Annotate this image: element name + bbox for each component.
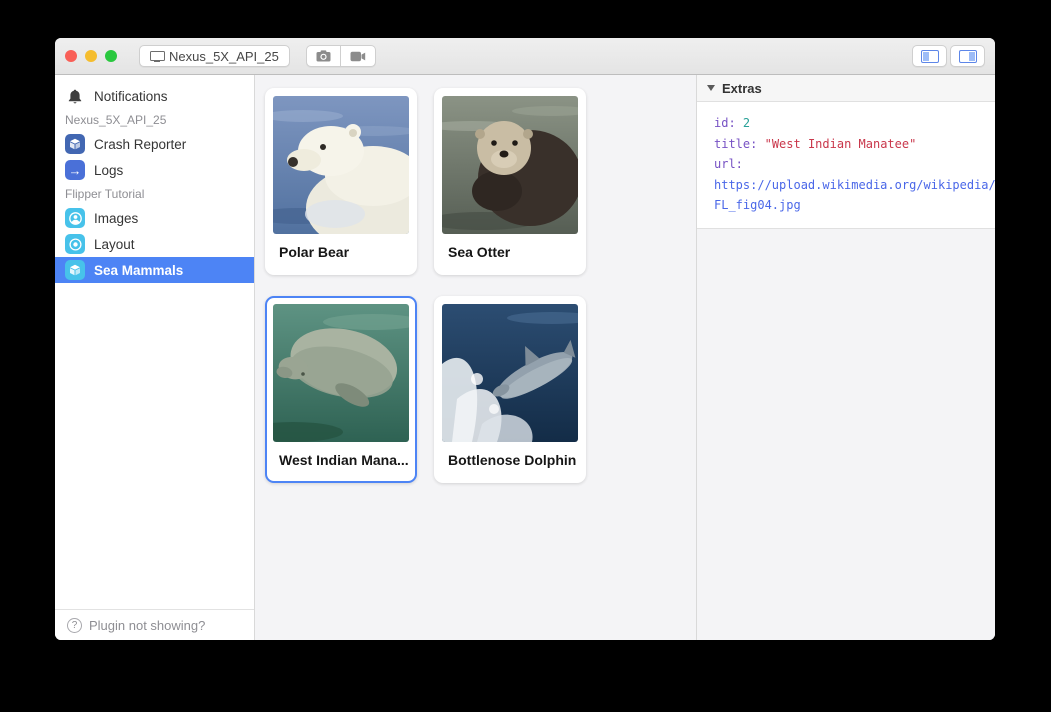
card-title: Bottlenose Dolphin (442, 442, 578, 481)
data-row-url-key: url: (714, 154, 995, 175)
close-window-button[interactable] (65, 50, 77, 62)
sea-mammals-plugin-icon (65, 260, 85, 280)
sidebar-item-label: Sea Mammals (94, 263, 183, 278)
card-title: West Indian Mana... (273, 442, 409, 481)
layout-plugin-icon (65, 234, 85, 254)
extras-header[interactable]: Extras (697, 75, 995, 102)
sidebar-item-layout[interactable]: Layout (55, 231, 254, 257)
card-bottlenose-dolphin[interactable]: Bottlenose Dolphin (434, 296, 586, 483)
video-camera-icon (350, 51, 366, 62)
sidebar-item-logs[interactable]: → Logs (55, 157, 254, 183)
user-circle-icon (69, 212, 82, 225)
images-plugin-icon (65, 208, 85, 228)
card-sea-otter[interactable]: Sea Otter (434, 88, 586, 275)
url-link-continued[interactable]: FL_fig04.jpg (714, 198, 801, 212)
sidebar-item-notifications[interactable]: Notifications (55, 83, 254, 109)
plugin-help-link[interactable]: ? Plugin not showing? (55, 609, 254, 640)
data-row-url-value: https://upload.wikimedia.org/wikipedia/c… (714, 175, 995, 196)
cube-icon (69, 138, 81, 150)
dolphin-image (442, 304, 578, 442)
bell-icon (68, 89, 82, 104)
camera-icon (316, 50, 331, 62)
right-sidebar-toggle-button[interactable] (950, 45, 985, 67)
sidebar-item-sea-mammals[interactable]: Sea Mammals (55, 257, 254, 283)
sidebar-item-crash-reporter[interactable]: Crash Reporter (55, 131, 254, 157)
traffic-lights (65, 50, 117, 62)
card-title: Sea Otter (442, 234, 578, 273)
card-polar-bear[interactable]: Polar Bear (265, 88, 417, 275)
sidebar-item-label: Images (94, 211, 138, 226)
sidebar-item-label: Logs (94, 163, 123, 178)
zoom-window-button[interactable] (105, 50, 117, 62)
main-content: Polar Bear (255, 75, 696, 640)
id-value: 2 (743, 116, 750, 130)
card-west-indian-manatee[interactable]: West Indian Mana... (265, 296, 417, 483)
left-sidebar-toggle-button[interactable] (912, 45, 947, 67)
sidebar: Notifications Nexus_5X_API_25 Crash Repo… (55, 75, 255, 640)
card-title: Polar Bear (273, 234, 409, 273)
sidebar-section-device: Nexus_5X_API_25 (55, 109, 254, 131)
left-pane-icon (921, 50, 939, 63)
logs-icon: → (65, 160, 85, 180)
extras-data-inspector: id: 2 title: "West Indian Manatee" url: … (697, 102, 995, 229)
right-pane-icon (959, 50, 977, 63)
sidebar-item-label: Crash Reporter (94, 137, 186, 152)
cube-icon (69, 264, 81, 276)
chevron-down-icon (707, 85, 715, 91)
title-value: "West Indian Manatee" (765, 137, 917, 151)
toolbar: Nexus_5X_API_25 (55, 38, 995, 75)
polar-bear-image (273, 96, 409, 234)
card-grid: Polar Bear (265, 88, 686, 483)
monitor-icon (150, 51, 163, 62)
crash-reporter-icon (65, 134, 85, 154)
sidebar-item-label: Notifications (94, 89, 168, 104)
url-link[interactable]: https://upload.wikimedia.org/wikipedia/c… (714, 178, 995, 192)
sidebar-section-tutorial: Flipper Tutorial (55, 183, 254, 205)
sidebar-toggles (912, 45, 985, 67)
plugin-help-label: Plugin not showing? (89, 618, 205, 633)
sidebar-item-label: Layout (94, 237, 135, 252)
sidebar-item-images[interactable]: Images (55, 205, 254, 231)
screenshot-button[interactable] (306, 45, 341, 67)
sea-otter-image (442, 96, 578, 234)
question-circle-icon: ? (67, 618, 82, 633)
flipper-window: Nexus_5X_API_25 (55, 38, 995, 640)
capture-button-group (306, 45, 376, 67)
data-row-id: id: 2 (714, 113, 995, 134)
arrow-right-icon: → (69, 164, 82, 177)
data-row-title: title: "West Indian Manatee" (714, 134, 995, 155)
device-tab-label: Nexus_5X_API_25 (169, 49, 279, 64)
screen-record-button[interactable] (341, 45, 376, 67)
target-icon (69, 238, 82, 251)
data-row-url-value-2: FL_fig04.jpg (714, 195, 995, 216)
device-tab[interactable]: Nexus_5X_API_25 (139, 45, 290, 67)
minimize-window-button[interactable] (85, 50, 97, 62)
extras-panel: Extras id: 2 title: "West Indian Manatee… (696, 75, 995, 640)
extras-header-label: Extras (722, 81, 762, 96)
manatee-image (273, 304, 409, 442)
